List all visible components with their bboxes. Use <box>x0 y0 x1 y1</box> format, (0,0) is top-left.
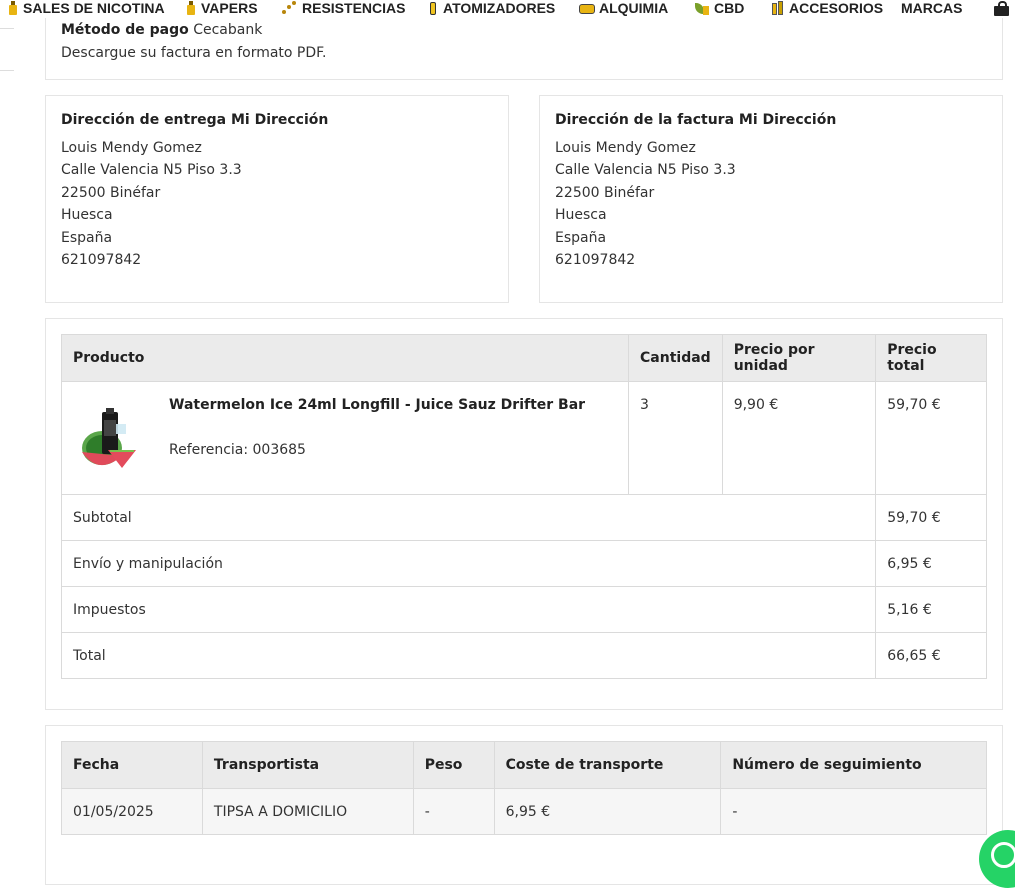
table-header-row: Fecha Transportista Peso Coste de transp… <box>61 741 987 789</box>
product-cell: Watermelon Ice 24ml Longfill - Juice Sau… <box>60 381 630 495</box>
totals-label: Impuestos <box>60 586 877 633</box>
column-header: Coste de transporte <box>493 741 722 789</box>
totals-label: Envío y manipulación <box>60 540 877 587</box>
vaper-icon <box>186 1 197 15</box>
column-header: Producto <box>60 334 630 382</box>
totals-value: 59,70 € <box>875 494 987 541</box>
totals-label: Subtotal <box>60 494 877 541</box>
accessories-icon <box>771 1 785 15</box>
address-line: 621097842 <box>61 252 142 268</box>
totals-value: 6,95 € <box>875 540 987 587</box>
tracking-number: - <box>720 788 987 835</box>
nav-vapers[interactable]: VAPERS <box>186 0 258 18</box>
address-line: España <box>61 230 113 246</box>
nav-sales-de-nicotina[interactable]: SALES DE NICOTINA <box>8 0 165 18</box>
totals-value: 5,16 € <box>875 586 987 633</box>
column-header: Precio por unidad <box>721 334 877 382</box>
atomizer-icon <box>428 1 439 15</box>
product-image[interactable] <box>78 406 142 470</box>
alchemy-icon <box>579 1 595 15</box>
nav-marcas[interactable]: MARCAS <box>901 0 962 18</box>
address-line: Louis Mendy Gomez <box>61 140 202 156</box>
nav-resistencias[interactable]: RESISTENCIAS <box>282 0 405 18</box>
nav-accesorios[interactable]: ACCESORIOS <box>771 0 883 18</box>
coil-icon <box>282 1 298 15</box>
total-row: Total 66,65 € <box>60 632 987 679</box>
address-line: 22500 Binéfar <box>555 185 655 201</box>
nav-label: RESISTENCIAS <box>302 0 406 16</box>
totals-label: Total <box>60 632 877 679</box>
column-header: Peso <box>412 741 495 789</box>
invoice-download-link[interactable]: Descargue su factura en formato PDF. <box>61 45 326 61</box>
column-header: Cantidad <box>628 334 723 382</box>
shopping-bag-icon[interactable] <box>994 1 1009 16</box>
invoice-address-title: Dirección de la factura Mi Dirección <box>555 112 837 128</box>
delivery-address-box: Dirección de entrega Mi Dirección Louis … <box>45 95 509 303</box>
product-name-link[interactable]: Watermelon Ice 24ml Longfill - Juice Sau… <box>169 397 585 413</box>
divider <box>0 28 14 29</box>
address-line: Louis Mendy Gomez <box>555 140 696 156</box>
shipping-table: Fecha Transportista Peso Coste de transp… <box>61 741 987 835</box>
nav-label: SALES DE NICOTINA <box>23 0 165 16</box>
table-row: 01/05/2025 TIPSA A DOMICILIO - 6,95 € - <box>61 788 987 835</box>
subtotal-row: Subtotal 59,70 € <box>60 494 987 541</box>
nav-label: ATOMIZADORES <box>443 0 556 16</box>
address-line: Huesca <box>555 207 607 223</box>
nav-label: MARCAS <box>901 0 963 16</box>
totals-value: 66,65 € <box>875 632 987 679</box>
column-header: Precio total <box>875 334 987 382</box>
product-total-price: 59,70 € <box>875 381 987 495</box>
payment-method: Método de pago Cecabank <box>61 22 262 38</box>
product-row: Watermelon Ice 24ml Longfill - Juice Sau… <box>60 381 987 495</box>
address-line: Calle Valencia N5 Piso 3.3 <box>555 162 736 178</box>
shipping-carrier: TIPSA A DOMICILIO <box>201 788 414 835</box>
delivery-address-title: Dirección de entrega Mi Dirección <box>61 112 329 128</box>
nicotine-bottle-icon <box>8 1 19 15</box>
address-line: 22500 Binéfar <box>61 185 161 201</box>
nav-cbd[interactable]: CBD <box>694 0 744 18</box>
product-unit-price: 9,90 € <box>721 381 877 495</box>
address-line: Calle Valencia N5 Piso 3.3 <box>61 162 242 178</box>
column-header: Transportista <box>201 741 414 789</box>
payment-method-label: Método de pago <box>61 22 189 38</box>
nav-alquimia[interactable]: ALQUIMIA <box>579 0 668 18</box>
shipping-weight: - <box>412 788 495 835</box>
taxes-row: Impuestos 5,16 € <box>60 586 987 633</box>
top-navigation: SALES DE NICOTINA VAPERS RESISTENCIAS AT… <box>0 0 1015 18</box>
shipping-cost: 6,95 € <box>493 788 722 835</box>
product-reference: Referencia: 003685 <box>169 442 306 458</box>
nav-atomizadores[interactable]: ATOMIZADORES <box>428 0 555 18</box>
table-header-row: Producto Cantidad Precio por unidad Prec… <box>60 334 987 382</box>
column-header: Fecha <box>61 741 203 789</box>
nav-label: ACCESORIOS <box>789 0 884 16</box>
order-products-table: Producto Cantidad Precio por unidad Prec… <box>60 334 987 679</box>
address-line: España <box>555 230 607 246</box>
cbd-leaf-icon <box>694 1 710 15</box>
shipping-date: 01/05/2025 <box>61 788 203 835</box>
product-quantity: 3 <box>628 381 723 495</box>
address-line: 621097842 <box>555 252 636 268</box>
nav-label: CBD <box>714 0 745 16</box>
nav-label: VAPERS <box>201 0 258 16</box>
divider <box>0 70 14 71</box>
nav-label: ALQUIMIA <box>599 0 669 16</box>
shipping-handling-row: Envío y manipulación 6,95 € <box>60 540 987 587</box>
invoice-address-box: Dirección de la factura Mi Dirección Lou… <box>539 95 1003 303</box>
column-header: Número de seguimiento <box>720 741 987 789</box>
address-line: Huesca <box>61 207 113 223</box>
payment-method-value: Cecabank <box>193 22 263 38</box>
